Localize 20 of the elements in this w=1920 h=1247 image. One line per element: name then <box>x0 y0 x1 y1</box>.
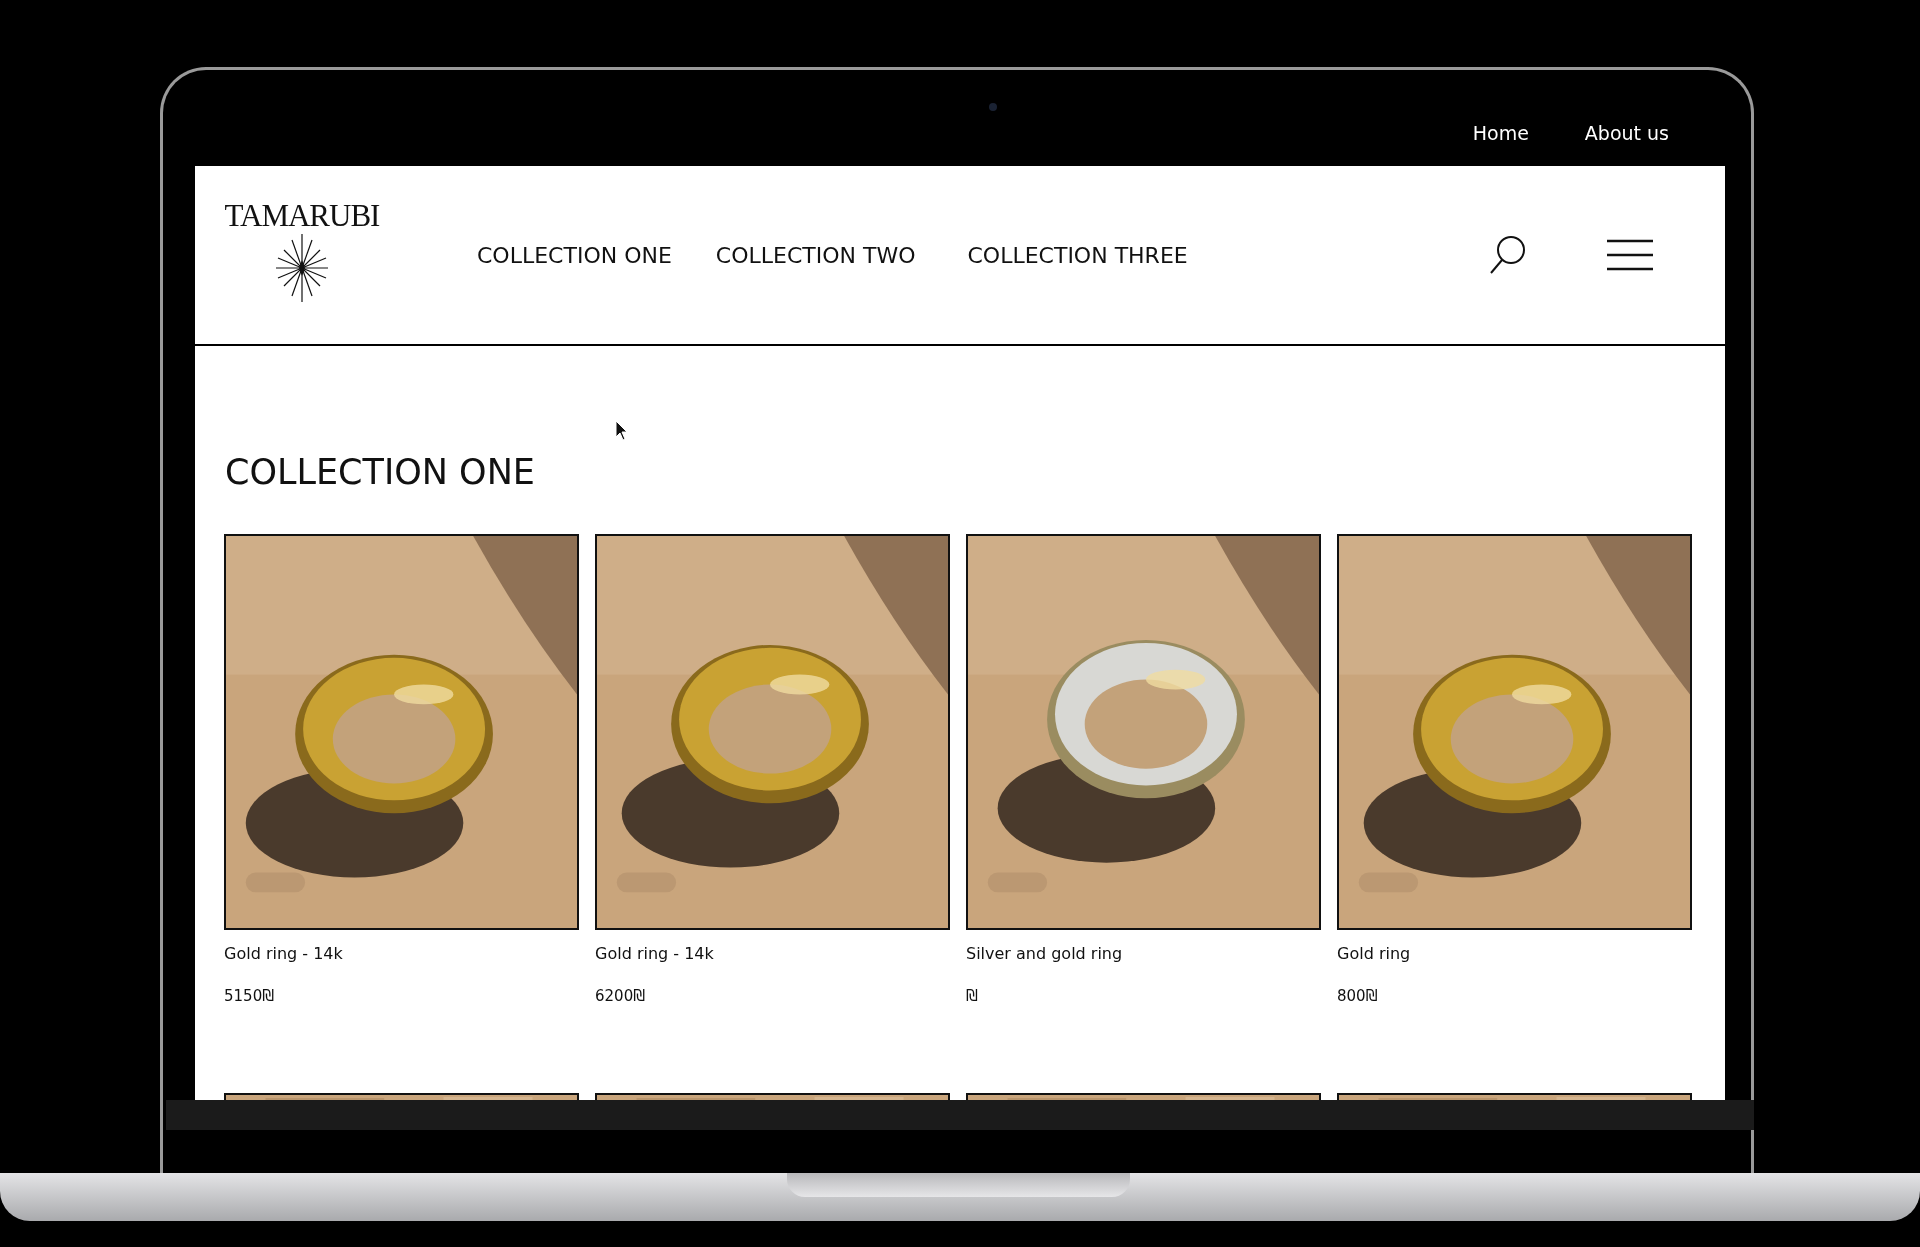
product-price: ₪ <box>966 987 978 1005</box>
menu-icon[interactable] <box>1607 239 1653 271</box>
product-name[interactable]: Gold ring - 14k <box>224 944 343 963</box>
product-price: 800₪ <box>1337 987 1378 1005</box>
product-name[interactable]: Gold ring <box>1337 944 1411 963</box>
collection-heading: COLLECTION ONE <box>225 452 535 492</box>
search-icon[interactable] <box>1489 235 1527 275</box>
product-name[interactable]: Silver and gold ring <box>966 944 1123 963</box>
collection-link[interactable]: COLLECTION THREE <box>967 242 1188 268</box>
collection-link[interactable]: COLLECTION ONE <box>477 242 672 268</box>
sparkle-icon <box>276 234 328 302</box>
collection-link[interactable]: COLLECTION TWO <box>715 242 916 268</box>
product-name[interactable]: Gold ring - 14k <box>595 944 714 963</box>
logo-text: TAMARUBI <box>224 198 380 234</box>
cursor-icon <box>615 420 629 442</box>
product-price: 6200₪ <box>595 987 645 1005</box>
product-price: 5150₪ <box>224 987 274 1005</box>
camera-dot <box>989 103 997 111</box>
nav-link[interactable]: About us <box>1584 122 1669 144</box>
nav-link[interactable]: Home <box>1472 122 1529 144</box>
